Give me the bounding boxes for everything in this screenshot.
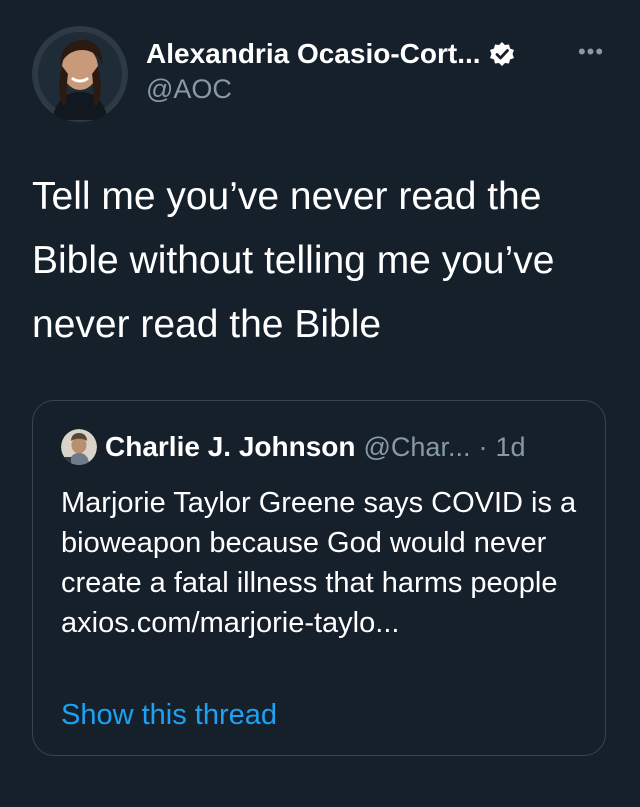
author-display-name[interactable]: Alexandria Ocasio-Cort... [146,38,481,70]
author-handle[interactable]: @AOC [146,74,586,105]
author-info: Alexandria Ocasio-Cort... @AOC [146,36,586,105]
quoted-author-handle[interactable]: @Char... [364,432,471,463]
quoted-separator: · [478,431,488,462]
show-thread-link[interactable]: Show this thread [61,699,277,732]
more-options-icon[interactable]: ••• [576,41,606,63]
quoted-tweet-header: Charlie J. Johnson @Char... · 1d [61,429,526,465]
avatar-photo-icon [61,429,97,465]
author-name-row: Alexandria Ocasio-Cort... [146,36,586,72]
quoted-timestamp[interactable]: 1d [495,432,525,463]
quoted-author-display-name[interactable]: Charlie J. Johnson [105,431,356,463]
quoted-author-avatar[interactable] [61,429,97,465]
tweet-header: Alexandria Ocasio-Cort... @AOC ••• [32,26,612,126]
author-avatar[interactable] [32,26,128,122]
quoted-tweet-text: Marjorie Taylor Greene says COVID is a b… [61,487,585,639]
quoted-tweet-card[interactable]: Charlie J. Johnson @Char... · 1d Marjori… [32,400,606,756]
avatar-photo-icon [32,26,128,122]
tweet-text: Tell me you’ve never read the Bible with… [32,175,555,346]
verified-badge-icon [489,41,515,67]
